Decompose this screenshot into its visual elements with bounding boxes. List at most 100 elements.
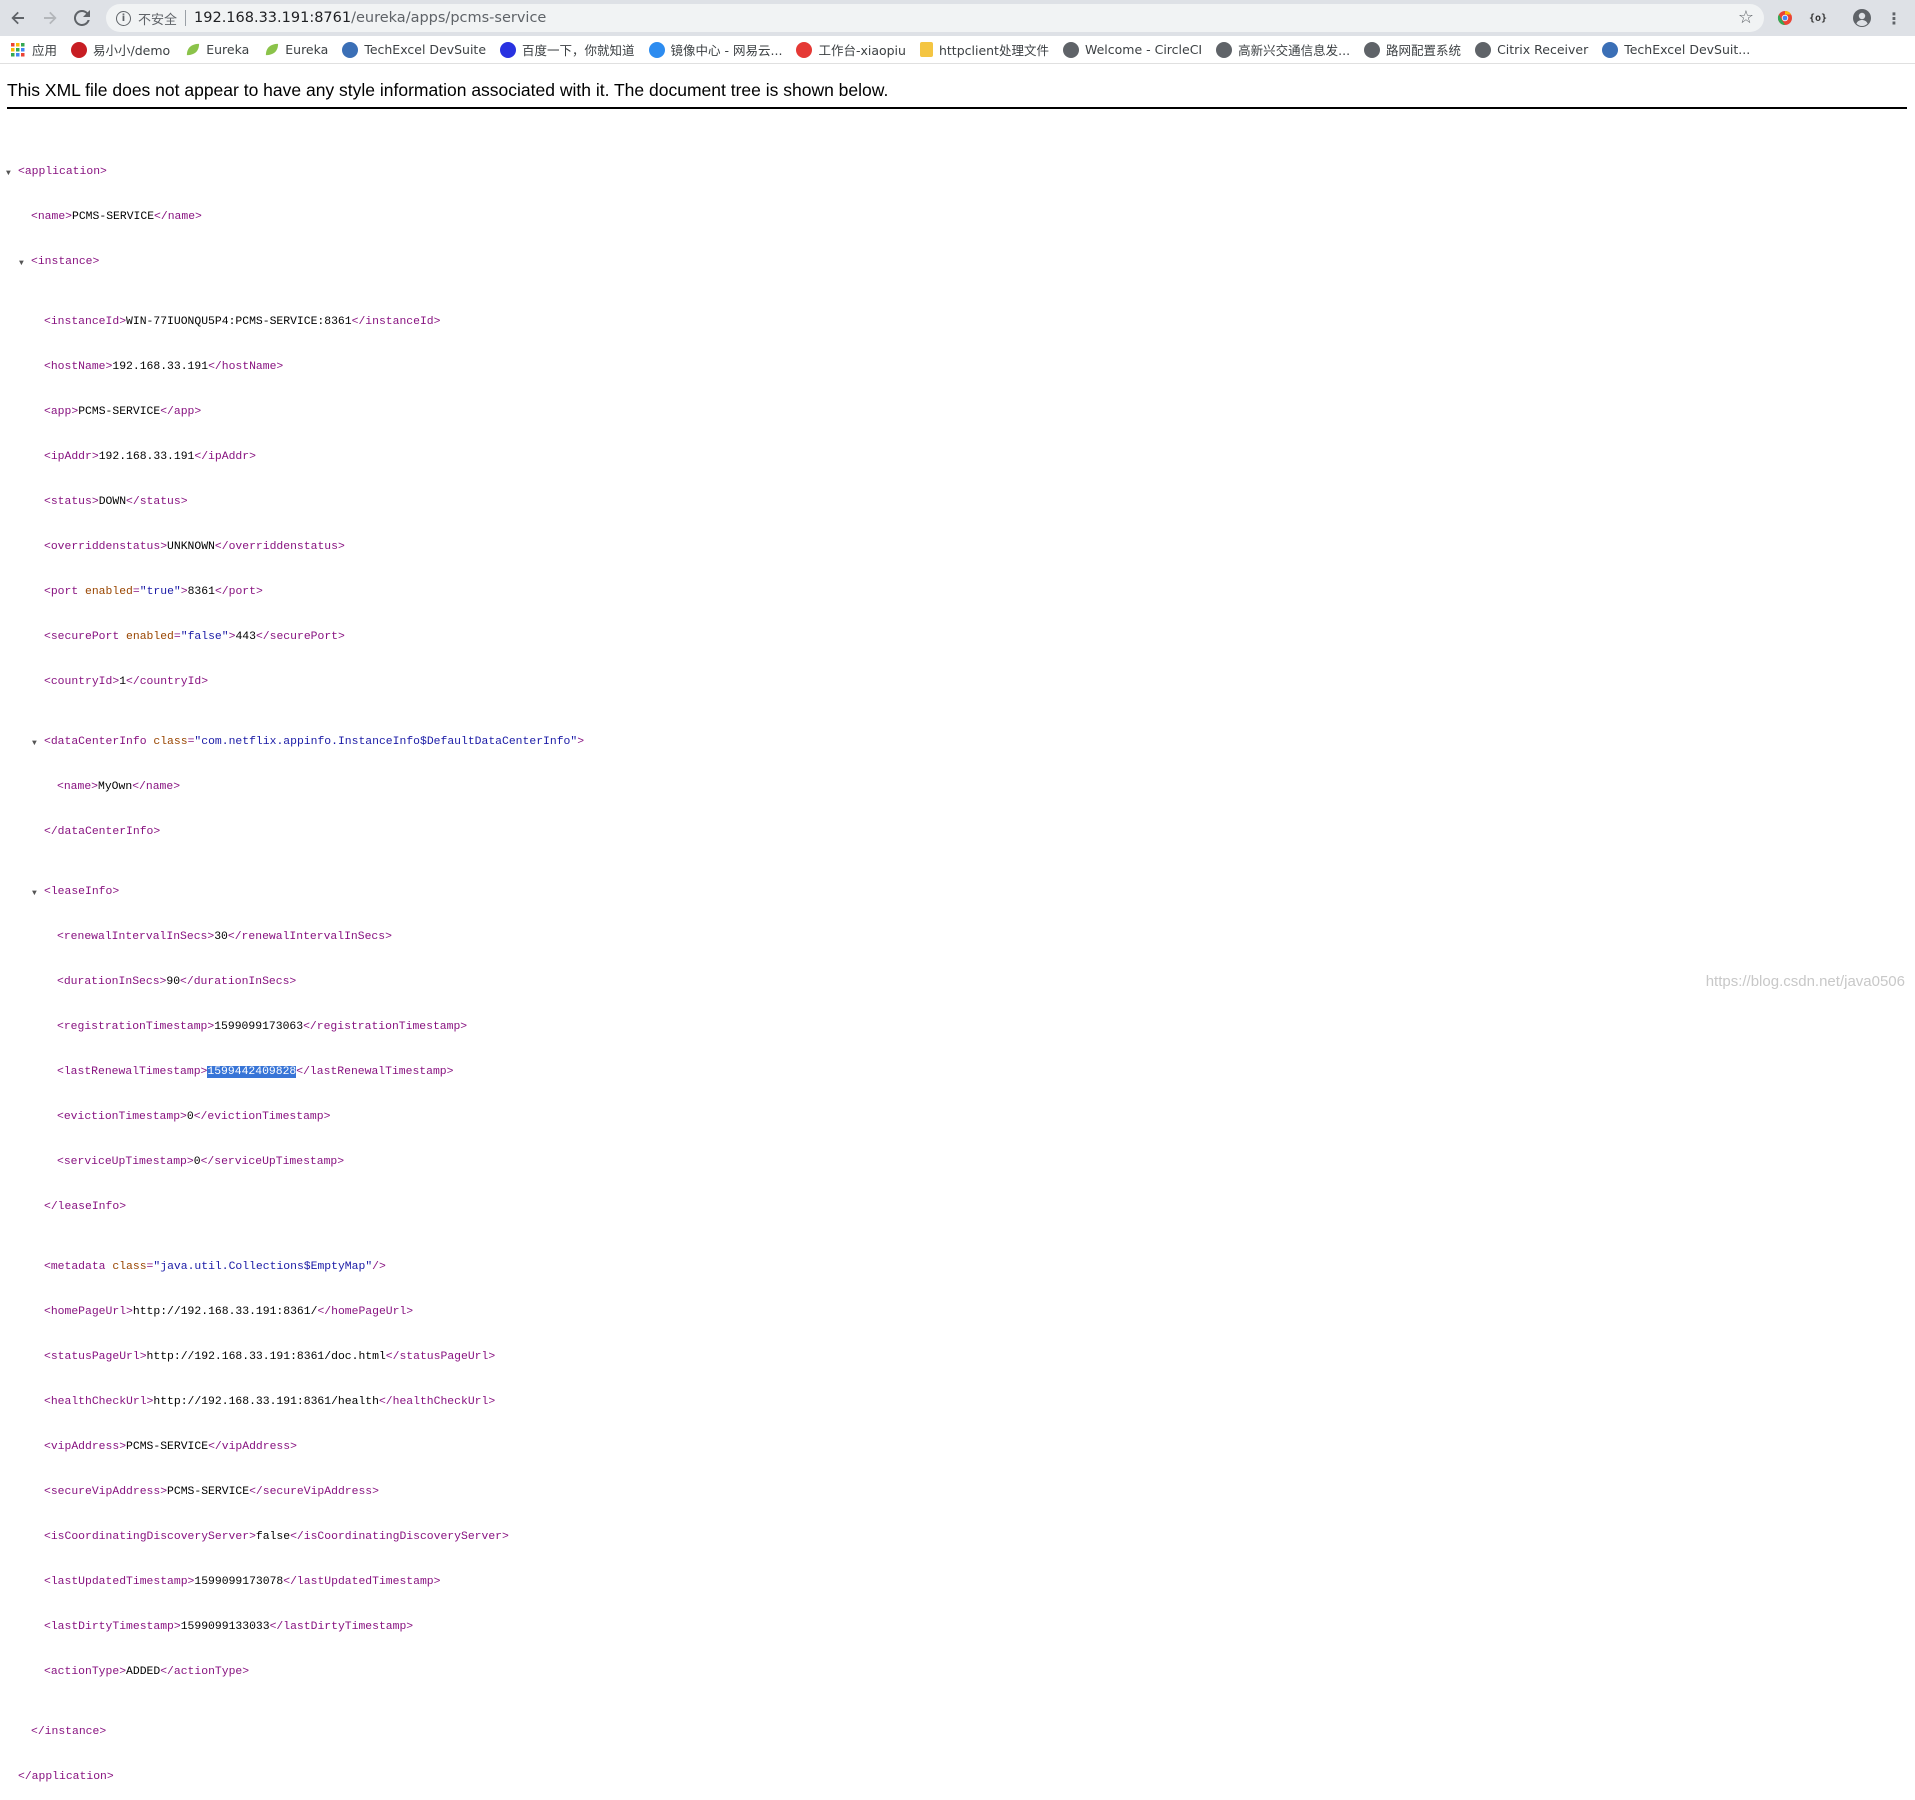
arrow-left-icon (11, 11, 24, 25)
xml-line-instance-open[interactable]: ▼ <instance> (6, 255, 584, 270)
bookmark-label: Welcome - CircleCI (1084, 42, 1203, 57)
collapse-triangle-icon[interactable]: ▼ (32, 736, 37, 751)
xml-line-port: <port enabled="true">8361</port> (44, 586, 263, 598)
globe-icon (1062, 41, 1079, 58)
xiaopiu-icon (796, 41, 813, 58)
globe-icon (1216, 41, 1233, 58)
globe-icon (1364, 41, 1381, 58)
bookmark-item[interactable]: 工作台-xiaopiu (796, 40, 906, 59)
bookmark-item[interactable]: Eureka (184, 42, 249, 58)
xml-line-overriddenstatus: <overriddenstatus>UNKNOWN</overriddensta… (44, 541, 345, 553)
bookmark-item[interactable]: 百度一下，你就知道 (500, 40, 635, 59)
bookmark-label: 高新兴交通信息发... (1238, 43, 1351, 58)
xml-line-evictionTimestamp: <evictionTimestamp>0</evictionTimestamp> (57, 1111, 331, 1123)
xml-line-application-open[interactable]: ▼ <application> (6, 165, 584, 180)
watermark-text: https://blog.csdn.net/java0506 (1705, 973, 1905, 990)
xml-line-name: <name>PCMS-SERVICE</name> (31, 211, 202, 223)
bookmark-item[interactable]: Citrix Receiver (1475, 41, 1589, 58)
bookmark-item[interactable]: Eureka (263, 42, 328, 58)
profile-avatar-icon[interactable] (1852, 8, 1872, 28)
collapse-triangle-icon[interactable]: ▼ (32, 886, 37, 901)
xml-line-countryId: <countryId>1</countryId> (44, 676, 209, 688)
xml-line-serviceUpTimestamp: <serviceUpTimestamp>0</serviceUpTimestam… (57, 1156, 345, 1168)
xml-line-hostName: <hostName>192.168.33.191</hostName> (44, 361, 284, 373)
xml-line-actionType: <actionType>ADDED</actionType> (44, 1666, 250, 1678)
reload-icon (74, 10, 90, 26)
collapse-triangle-icon[interactable]: ▼ (19, 256, 24, 271)
bookmark-item[interactable]: 易小小/demo (71, 40, 170, 59)
bookmark-label: Eureka (285, 42, 329, 57)
xml-line-healthCheckUrl: <healthCheckUrl>http://192.168.33.191:83… (44, 1396, 496, 1408)
reload-button[interactable] (68, 4, 96, 32)
bookmark-star-icon[interactable]: ☆ (1738, 7, 1754, 28)
menu-kebab-icon[interactable]: ⋮ (1884, 8, 1904, 28)
bookmark-label: TechExcel DevSuit... (1624, 42, 1751, 57)
xml-line-isCoordinatingDiscoveryServer: <isCoordinatingDiscoveryServer>false</is… (44, 1531, 509, 1543)
address-divider (185, 10, 187, 26)
selected-text-highlight[interactable]: 1599442409828 (207, 1066, 297, 1078)
url-host: 192.168.33.191:8761 (194, 10, 352, 26)
info-icon[interactable]: i (116, 10, 131, 26)
bookmark-label: 路网配置系统 (1386, 43, 1462, 58)
techexcel-icon (342, 41, 359, 58)
xml-line-metadata: <metadata class="java.util.Collections$E… (44, 1261, 386, 1273)
netease-cloud-icon (648, 41, 665, 58)
forward-button[interactable] (36, 4, 64, 32)
xml-line-registrationTimestamp: <registrationTimestamp>1599099173063</re… (57, 1021, 468, 1033)
xml-line-app: <app>PCMS-SERVICE</app> (44, 406, 202, 418)
xml-line-lastDirtyTimestamp: <lastDirtyTimestamp>1599099133033</lastD… (44, 1621, 414, 1633)
back-button[interactable] (4, 4, 32, 32)
xml-line-instanceId: <instanceId>WIN-77IUONQU5P4:PCMS-SERVICE… (44, 316, 441, 328)
bookmark-item[interactable]: Welcome - CircleCI (1062, 41, 1203, 58)
xml-line-lastRenewalTimestamp: <lastRenewalTimestamp>1599442409828</las… (57, 1066, 454, 1078)
bookmark-label: 镜像中心 - 网易云... (670, 43, 783, 58)
xml-line-renewalIntervalInSecs: <renewalIntervalInSecs>30</renewalInterv… (57, 931, 392, 943)
citrix-icon (1475, 41, 1492, 58)
address-bar[interactable]: i 不安全 192.168.33.191:8761/eureka/apps/pc… (106, 4, 1764, 32)
bookmark-label: Citrix Receiver (1497, 42, 1589, 57)
xml-line-dataCenterInfo-close: </dataCenterInfo> (44, 826, 161, 838)
gitee-icon (71, 41, 88, 58)
bookmarks-bar: 应用 易小小/demo Eureka Eureka TechExcel DevSuite… (0, 36, 1915, 64)
xml-tree: ▼ <application> <name>PCMS-SERVICE</name>… (6, 120, 584, 1800)
collapse-triangle-icon[interactable]: ▼ (6, 166, 11, 181)
xml-line-leaseInfo-close: </leaseInfo> (44, 1201, 127, 1213)
bookmark-label: TechExcel DevSuite (364, 42, 487, 57)
bookmark-item[interactable]: 路网配置系统 (1364, 40, 1461, 59)
apps-grid-icon (10, 42, 26, 58)
chrome-extension-icon[interactable] (1775, 8, 1795, 28)
bookmark-item[interactable]: httpclient处理文件 (919, 40, 1049, 59)
url-text[interactable]: 192.168.33.191:8761/eureka/apps/pcms-ser… (194, 10, 546, 26)
xml-style-notice: This XML file does not appear to have an… (7, 80, 1907, 109)
xml-line-homePageUrl: <homePageUrl>http://192.168.33.191:8361/… (44, 1306, 414, 1318)
bookmark-item[interactable]: 镜像中心 - 网易云... (648, 40, 783, 59)
bookmark-label: 应用 (32, 43, 58, 58)
bookmark-label: Eureka (206, 42, 250, 57)
xml-line-leaseInfo-open[interactable]: ▼ <leaseInfo> (6, 885, 584, 900)
folder-icon (919, 42, 933, 57)
xml-line-vipAddress: <vipAddress>PCMS-SERVICE</vipAddress> (44, 1441, 297, 1453)
xml-line-instance-close: </instance> (31, 1726, 107, 1738)
xml-line-durationInSecs: <durationInSecs>90</durationInSecs> (57, 976, 297, 988)
json-viewer-icon[interactable]: {o} (1808, 8, 1828, 28)
xml-line-statusPageUrl: <statusPageUrl>http://192.168.33.191:836… (44, 1351, 496, 1363)
bookmark-item[interactable]: 高新兴交通信息发... (1216, 40, 1350, 59)
xml-line-dataCenterInfo-open[interactable]: ▼ <dataCenterInfo class="com.netflix.appi… (6, 735, 584, 750)
bookmark-item[interactable]: 应用 (10, 40, 57, 59)
leaf-icon (184, 42, 200, 58)
bookmark-item[interactable]: TechExcel DevSuit... (1602, 41, 1751, 58)
xml-line-secureVipAddress: <secureVipAddress>PCMS-SERVICE</secureVi… (44, 1486, 379, 1498)
arrow-right-icon (44, 11, 57, 25)
xml-line-dc-name: <name>MyOwn</name> (57, 781, 181, 793)
baidu-paw-icon (500, 41, 517, 58)
xml-line-ipAddr: <ipAddr>192.168.33.191</ipAddr> (44, 451, 256, 463)
bookmark-item[interactable]: TechExcel DevSuite (342, 41, 487, 58)
url-path: /eureka/apps/pcms-service (351, 10, 547, 26)
techexcel-icon (1602, 41, 1619, 58)
bookmark-label: 工作台-xiaopiu (818, 43, 906, 58)
xml-line-lastUpdatedTimestamp: <lastUpdatedTimestamp>1599099173078</las… (44, 1576, 441, 1588)
browser-toolbar: i 不安全 192.168.33.191:8761/eureka/apps/pc… (0, 0, 1915, 36)
xml-line-application-close: </application> (18, 1771, 114, 1783)
security-label[interactable]: 不安全 (138, 9, 177, 28)
xml-line-status: <status>DOWN</status> (44, 496, 188, 508)
